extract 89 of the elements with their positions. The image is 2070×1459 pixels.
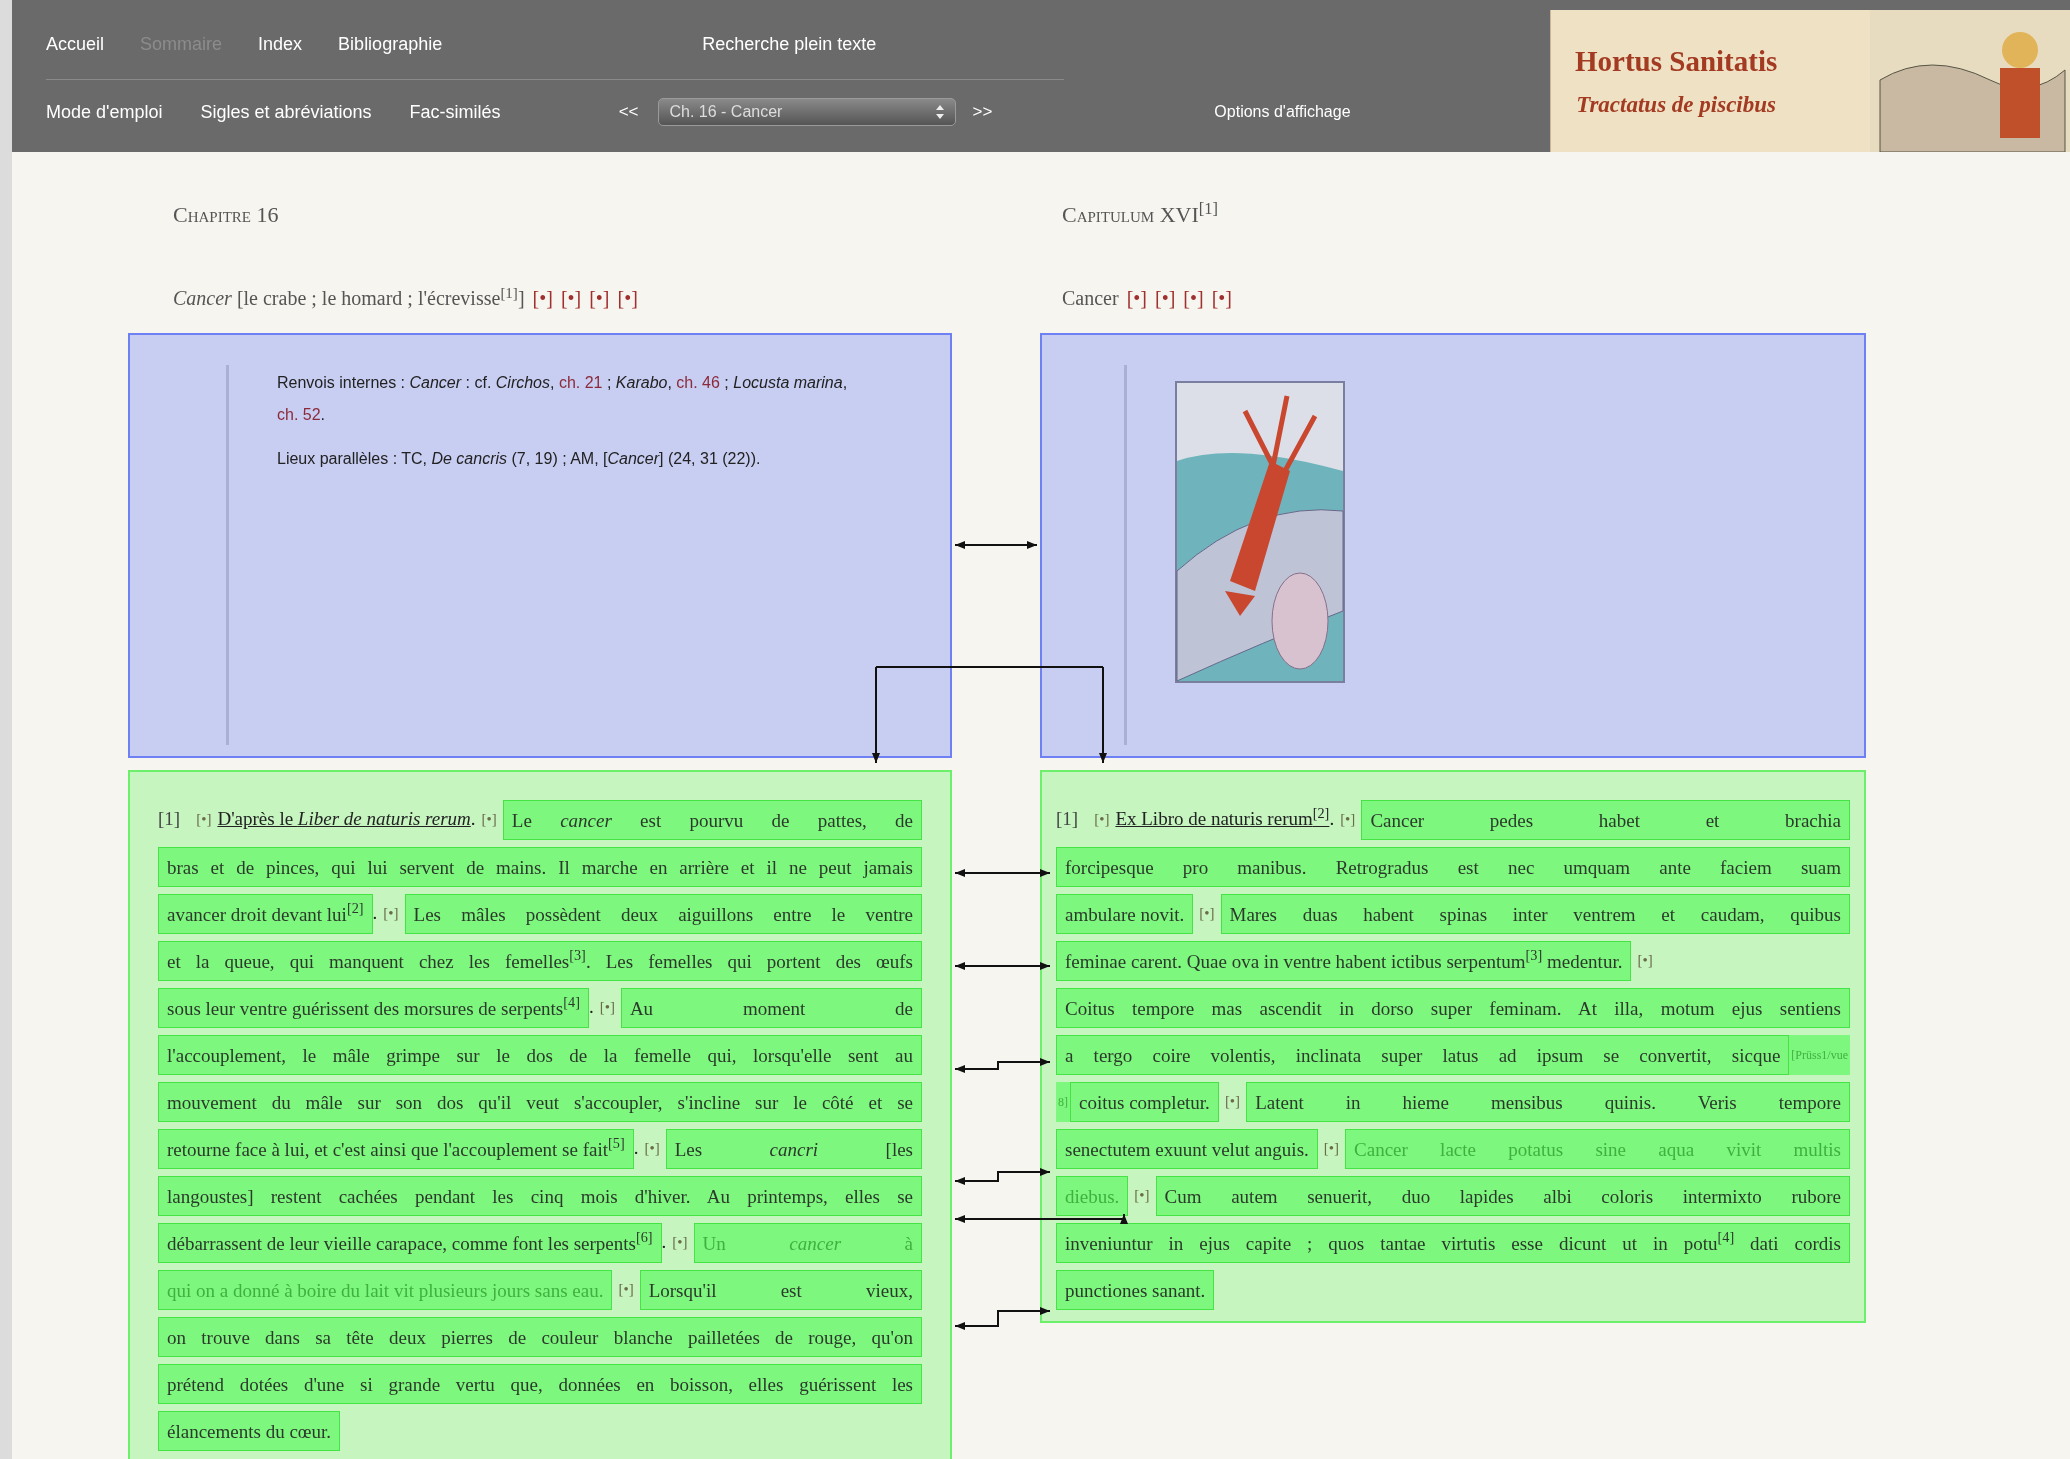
- highlighted-passage[interactable]: Le cancer est pourvu de pattes, de: [502, 799, 922, 840]
- logo-banner[interactable]: Hortus Sanitatis Tractatus de piscibus: [1550, 10, 2070, 152]
- highlighted-passage[interactable]: prétend dotées d'une si grande vertu que, données en boisson, elles guérissent les: [158, 1363, 922, 1404]
- expand-marker[interactable]: [•]: [1154, 283, 1176, 313]
- punctuation: .: [372, 901, 378, 926]
- highlighted-passage[interactable]: ambulare novit.: [1056, 893, 1194, 934]
- highlighted-passage[interactable]: Les cancri [les: [665, 1128, 922, 1169]
- chapter-heading: Chapitre 16: [173, 201, 279, 229]
- expand-marker[interactable]: [•]: [644, 1137, 660, 1160]
- expand-marker[interactable]: [•]: [1340, 808, 1356, 831]
- highlighted-passage[interactable]: Coitus tempore mas ascendit in dorso super feminam. At illa, motum ejus sentiens: [1056, 987, 1850, 1028]
- expand-marker[interactable]: [•]: [672, 1231, 688, 1254]
- expand-marker[interactable]: [•]: [589, 283, 610, 313]
- nav-link[interactable]: Accueil: [46, 31, 105, 58]
- nav-link[interactable]: Mode d'emploi: [46, 98, 163, 126]
- entry-title: Cancer: [1062, 286, 1119, 311]
- note-number[interactable]: [1]: [1056, 805, 1079, 834]
- expand-marker[interactable]: [•]: [618, 1278, 634, 1301]
- logo-title: Hortus Sanitatis: [1575, 44, 1778, 79]
- logo-subtitle: Tractatus de piscibus: [1576, 90, 1776, 119]
- highlighted-passage[interactable]: feminae carent. Quae ova in ventre habent ictibus serpentum$^{[3]}$ medentur.: [1056, 940, 1632, 981]
- highlighted-passage[interactable]: retourne face à lui, et c'est ainsi que l'accouplement se fait$^{[5]}$: [158, 1128, 634, 1169]
- highlighted-passage[interactable]: Les mâles possèdent deux aiguillons entre le ventre: [404, 893, 922, 934]
- highlighted-passage[interactable]: Au moment de: [620, 987, 922, 1028]
- expand-marker[interactable]: [•]: [383, 902, 399, 925]
- highlighted-passage[interactable]: mouvement du mâle sur son dos qu'il veut s'accoupler, s'incline sur le côté et se: [158, 1081, 922, 1122]
- source-title: D'après le Liber de naturis rerum: [217, 807, 471, 832]
- highlighted-passage[interactable]: élancements du cœur.: [158, 1410, 341, 1451]
- chapter-heading: Capitulum XVI$^{[1]}$: [1062, 198, 1219, 229]
- note-number[interactable]: [1]: [158, 805, 181, 834]
- next-chapter-link[interactable]: >>: [972, 99, 993, 125]
- punctuation: .: [661, 1230, 667, 1255]
- expand-marker[interactable]: [•]: [1199, 902, 1215, 925]
- nav-link[interactable]: Index: [258, 31, 303, 58]
- nav-link[interactable]: Bibliographie: [338, 31, 443, 58]
- expand-marker[interactable]: [•]: [1224, 1090, 1241, 1113]
- nav-link[interactable]: Fac-similés: [409, 98, 501, 126]
- highlighted-passage[interactable]: on trouve dans sa tête deux pierres de couleur blanche pailletées de rouge, qu'on: [158, 1316, 922, 1357]
- chapter-select[interactable]: Ch. 16 - Cancer: [658, 98, 957, 126]
- highlighted-passage[interactable]: Cum autem senuerit, duo lapides albi coloris intermixto rubore: [1155, 1175, 1850, 1216]
- highlighted-passage[interactable]: bras et de pinces, qui lui servent de mains. Il marche en arrière et il ne peut jamais: [158, 846, 922, 887]
- previous-chapter-link[interactable]: <<: [618, 99, 639, 125]
- punctuation: .: [1329, 807, 1335, 832]
- expand-marker[interactable]: [•]: [532, 283, 553, 313]
- highlighted-passage[interactable]: Lorsqu'il est vieux,: [639, 1269, 922, 1310]
- expand-marker[interactable]: [•]: [1637, 949, 1653, 972]
- highlighted-passage[interactable]: coitus completur.: [1070, 1081, 1219, 1122]
- expand-marker[interactable]: [•]: [1323, 1137, 1340, 1160]
- expand-marker[interactable]: [•]: [1094, 808, 1110, 831]
- highlighted-passage[interactable]: punctiones sanant.: [1056, 1269, 1215, 1310]
- display-options-link[interactable]: Options d'affichage: [1214, 100, 1351, 124]
- punctuation: .: [588, 995, 594, 1020]
- expand-marker[interactable]: [•]: [1126, 283, 1147, 313]
- chapter-link[interactable]: ch. 52: [277, 406, 321, 423]
- source-title: Ex Libro de naturis rerum$^{[2]}$: [1115, 805, 1330, 832]
- highlighted-passage[interactable]: langoustes] restent cachées pendant les cinq mois d'hiver. Au printemps, elles se: [158, 1175, 922, 1216]
- chapter-link[interactable]: ch. 46: [676, 374, 720, 391]
- expand-marker[interactable]: [•]: [560, 283, 582, 313]
- highlighted-passage[interactable]: avancer droit devant lui$^{[2]}$: [158, 893, 373, 934]
- note-text: Lieux parallèles : TC, De cancris (7, 19) ; AM, [Cancer] (24, 31 (22)).: [277, 450, 761, 467]
- highlighted-passage[interactable]: l'accouplement, le mâle grimpe sur le dos de la femelle qui, lorsqu'elle sent au: [158, 1034, 922, 1075]
- highlighted-passage[interactable]: et la queue, qui manquent chez les femelles$^{[3]}$. Les femelles qui portent des œufs: [158, 940, 922, 981]
- punctuation: .: [470, 807, 476, 832]
- expand-marker[interactable]: [•]: [1183, 283, 1204, 313]
- full-text-search-link[interactable]: Recherche plein texte: [702, 31, 877, 58]
- highlighted-passage[interactable]: senectutem exuunt velut anguis.: [1056, 1128, 1318, 1169]
- note-text: ; Locusta marina,: [723, 374, 848, 391]
- dropdown-arrows-icon: [935, 104, 946, 120]
- expand-marker[interactable]: [•]: [196, 808, 212, 831]
- expand-marker[interactable]: [•]: [1134, 1184, 1150, 1207]
- expand-marker[interactable]: [•]: [599, 996, 615, 1019]
- expand-marker[interactable]: [•]: [1211, 283, 1232, 313]
- highlighted-passage[interactable]: inveniuntur in ejus capite ; quos tantae virtutis esse dicunt ut in potu$^{[4]}$ dati cordis: [1056, 1222, 1850, 1263]
- highlighted-passage[interactable]: Mares duas habent spinas inter ventrem et caudam, quibus: [1220, 893, 1850, 934]
- highlighted-passage[interactable]: Latent in hieme mensibus quinis. Veris tempore: [1246, 1081, 1850, 1122]
- note-text: Renvois internes : Cancer : cf. Circhos,: [277, 374, 556, 391]
- note-text: .: [320, 406, 326, 423]
- entry-title: Cancer [le crabe ; le homard ; l'écrevisse$^{[1]}$]: [173, 283, 525, 311]
- nav-link[interactable]: Sigles et abréviations: [200, 98, 372, 126]
- note-text: ; Karabo,: [605, 374, 673, 391]
- highlighted-passage[interactable]: Cancer pedes habet et brachia: [1361, 799, 1850, 840]
- highlighted-passage[interactable]: a tergo coire volentis, inclinata super latus ad ipsum se convertit, sicque: [1056, 1034, 1790, 1075]
- highlighted-passage[interactable]: forcipesque pro manibus. Retrogradus est nec umquam ante faciem suam: [1056, 846, 1850, 887]
- chapter-link[interactable]: ch. 21: [558, 374, 603, 391]
- highlighted-passage[interactable]: sous leur ventre guérissent des morsures de serpents$^{[4]}$: [158, 987, 589, 1028]
- expand-marker[interactable]: [•]: [481, 808, 497, 831]
- punctuation: .: [633, 1136, 639, 1161]
- expand-marker[interactable]: [•]: [617, 283, 638, 313]
- highlighted-passage[interactable]: débarrassent de leur vieille carapace, comme font les serpents$^{[6]}$: [158, 1222, 662, 1263]
